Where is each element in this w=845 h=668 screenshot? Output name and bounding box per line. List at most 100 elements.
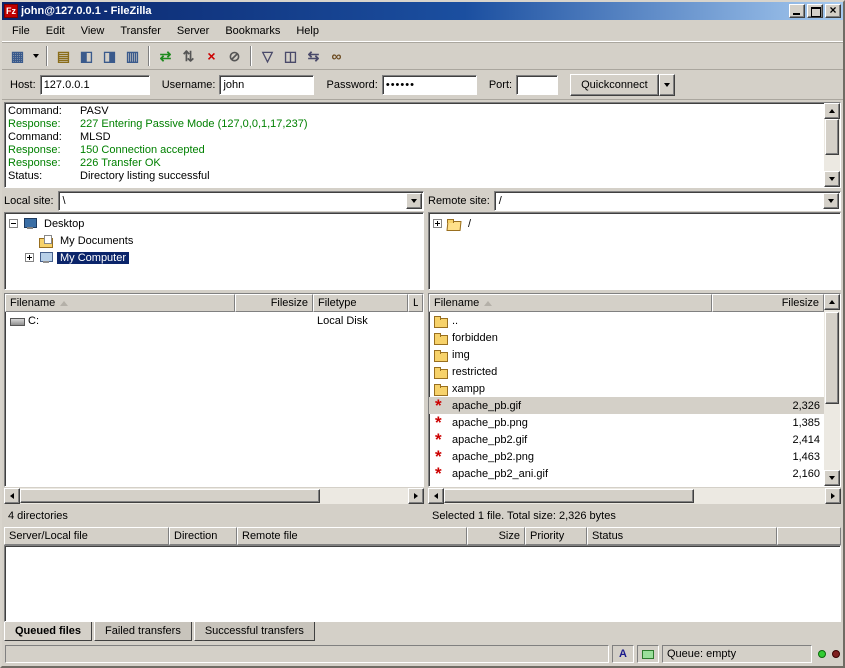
quickconnect-dropdown-button[interactable] xyxy=(659,74,675,96)
menu-item[interactable]: Server xyxy=(169,21,217,41)
tree-expander[interactable] xyxy=(9,219,18,228)
compare-button[interactable]: ◫ xyxy=(279,45,302,67)
tree-item-root[interactable]: / xyxy=(431,215,838,232)
tab-queued-files[interactable]: Queued files xyxy=(4,622,92,641)
column-header-last-modified[interactable]: Last modified xyxy=(408,294,423,312)
column-header-filename[interactable]: Filename xyxy=(5,294,235,312)
menu-item[interactable]: Transfer xyxy=(112,21,169,41)
scroll-down-button[interactable] xyxy=(824,171,840,187)
file-row[interactable]: C: Local Disk xyxy=(5,312,423,329)
remote-vertical-scrollbar[interactable] xyxy=(824,294,840,486)
menu-item[interactable]: Bookmarks xyxy=(217,21,288,41)
dropdown-caret-icon xyxy=(411,199,417,203)
filter-button[interactable]: ▽ xyxy=(256,45,279,67)
column-header-direction[interactable]: Direction xyxy=(169,527,237,545)
file-row[interactable]: forbidden xyxy=(429,329,824,346)
folder-icon xyxy=(433,314,449,328)
disconnect-button[interactable]: ⊘ xyxy=(223,45,246,67)
close-button[interactable] xyxy=(825,4,841,18)
scroll-right-button[interactable] xyxy=(825,488,841,504)
cancel-button[interactable]: × xyxy=(200,45,223,67)
menu-item[interactable]: View xyxy=(73,21,113,41)
scroll-right-button[interactable] xyxy=(408,488,424,504)
scroll-track[interactable] xyxy=(20,488,408,504)
column-header-filesize[interactable]: Filesize xyxy=(235,294,313,312)
column-header-filename[interactable]: Filename xyxy=(429,294,712,312)
remote-site-combo[interactable]: / xyxy=(494,191,841,211)
tree-item-desktop[interactable]: Desktop xyxy=(7,215,421,232)
column-header-status[interactable]: Status xyxy=(587,527,777,545)
scroll-thumb[interactable] xyxy=(20,489,320,503)
transfer-type-pane xyxy=(612,645,634,663)
username-input[interactable] xyxy=(219,75,314,95)
file-row[interactable]: xampp xyxy=(429,380,824,397)
site-manager-button[interactable]: ▦ xyxy=(6,45,29,67)
scroll-up-button[interactable] xyxy=(824,294,840,310)
column-header-filesize[interactable]: Filesize xyxy=(712,294,824,312)
column-header-filler xyxy=(777,527,841,545)
cancel-icon: × xyxy=(207,46,215,66)
tree-expander[interactable] xyxy=(25,253,34,262)
local-status-text: 4 directories xyxy=(4,504,424,524)
scroll-track[interactable] xyxy=(824,119,840,171)
port-input[interactable] xyxy=(516,75,558,95)
scroll-left-button[interactable] xyxy=(4,488,20,504)
local-site-label: Local site: xyxy=(4,195,54,207)
password-input[interactable] xyxy=(382,75,477,95)
scroll-up-button[interactable] xyxy=(824,103,840,119)
file-row[interactable]: restricted xyxy=(429,363,824,380)
column-header-filetype[interactable]: Filetype xyxy=(313,294,408,312)
remote-site-dropdown-button[interactable] xyxy=(823,193,839,209)
tree-item-my-documents[interactable]: My Documents xyxy=(7,232,421,249)
scroll-thumb[interactable] xyxy=(444,489,694,503)
scroll-thumb[interactable] xyxy=(825,312,839,404)
minimize-button[interactable] xyxy=(789,4,805,18)
toggle-remote-tree-button[interactable]: ◨ xyxy=(98,45,121,67)
scroll-left-button[interactable] xyxy=(428,488,444,504)
local-site-dropdown-button[interactable] xyxy=(406,193,422,209)
refresh-button[interactable]: ⇄ xyxy=(154,45,177,67)
scroll-track[interactable] xyxy=(444,488,825,504)
site-manager-dropdown-button[interactable] xyxy=(29,45,42,67)
log-line-text: 150 Connection accepted xyxy=(80,144,205,157)
column-header-server-local-file[interactable]: Server/Local file xyxy=(4,527,169,545)
main-panes: Local site: \ Desktop My Documents xyxy=(4,190,841,524)
tree-expander[interactable] xyxy=(433,219,442,228)
local-site-combo[interactable]: \ xyxy=(58,191,424,211)
log-scrollbar[interactable] xyxy=(824,103,840,187)
maximize-button[interactable] xyxy=(807,4,823,18)
tab-successful-transfers[interactable]: Successful transfers xyxy=(194,622,315,641)
queue-list[interactable] xyxy=(4,545,841,622)
file-row[interactable]: apache_pb2.gif 2,414 xyxy=(429,431,824,448)
menu-item[interactable]: File xyxy=(4,21,38,41)
column-header-size[interactable]: Size xyxy=(467,527,525,545)
file-row[interactable]: apache_pb.png 1,385 xyxy=(429,414,824,431)
file-row[interactable]: .. xyxy=(429,312,824,329)
find-button[interactable]: ∞ xyxy=(325,45,348,67)
log-line-type: Response: xyxy=(8,144,80,157)
toggle-transfer-queue-button[interactable]: ▥ xyxy=(121,45,144,67)
local-horizontal-scrollbar[interactable] xyxy=(4,488,424,504)
file-row[interactable]: apache_pb.gif 2,326 xyxy=(429,397,824,414)
toggle-local-tree-button[interactable]: ◧ xyxy=(75,45,98,67)
sync-browse-button[interactable]: ⇆ xyxy=(302,45,325,67)
file-row[interactable]: img xyxy=(429,346,824,363)
file-row[interactable]: apache_pb2_ani.gif 2,160 xyxy=(429,465,824,482)
file-row[interactable]: apache_pb2.png 1,463 xyxy=(429,448,824,465)
menu-item[interactable]: Edit xyxy=(38,21,73,41)
tree-item-my-computer[interactable]: My Computer xyxy=(7,249,421,266)
toggle-message-log-button[interactable]: ▤ xyxy=(52,45,75,67)
host-input[interactable] xyxy=(40,75,150,95)
quickconnect-button[interactable]: Quickconnect xyxy=(570,74,659,96)
column-header-priority[interactable]: Priority xyxy=(525,527,587,545)
remote-horizontal-scrollbar[interactable] xyxy=(428,488,841,504)
remote-directory-tree: / xyxy=(428,212,841,290)
scroll-track[interactable] xyxy=(824,310,840,470)
column-header-remote-file[interactable]: Remote file xyxy=(237,527,467,545)
scroll-thumb[interactable] xyxy=(825,119,839,155)
process-queue-button[interactable]: ⇅ xyxy=(177,45,200,67)
menu-item[interactable]: Help xyxy=(288,21,327,41)
tab-failed-transfers[interactable]: Failed transfers xyxy=(94,622,192,641)
scroll-down-button[interactable] xyxy=(824,470,840,486)
remote-status-text: Selected 1 file. Total size: 2,326 bytes xyxy=(428,504,841,524)
